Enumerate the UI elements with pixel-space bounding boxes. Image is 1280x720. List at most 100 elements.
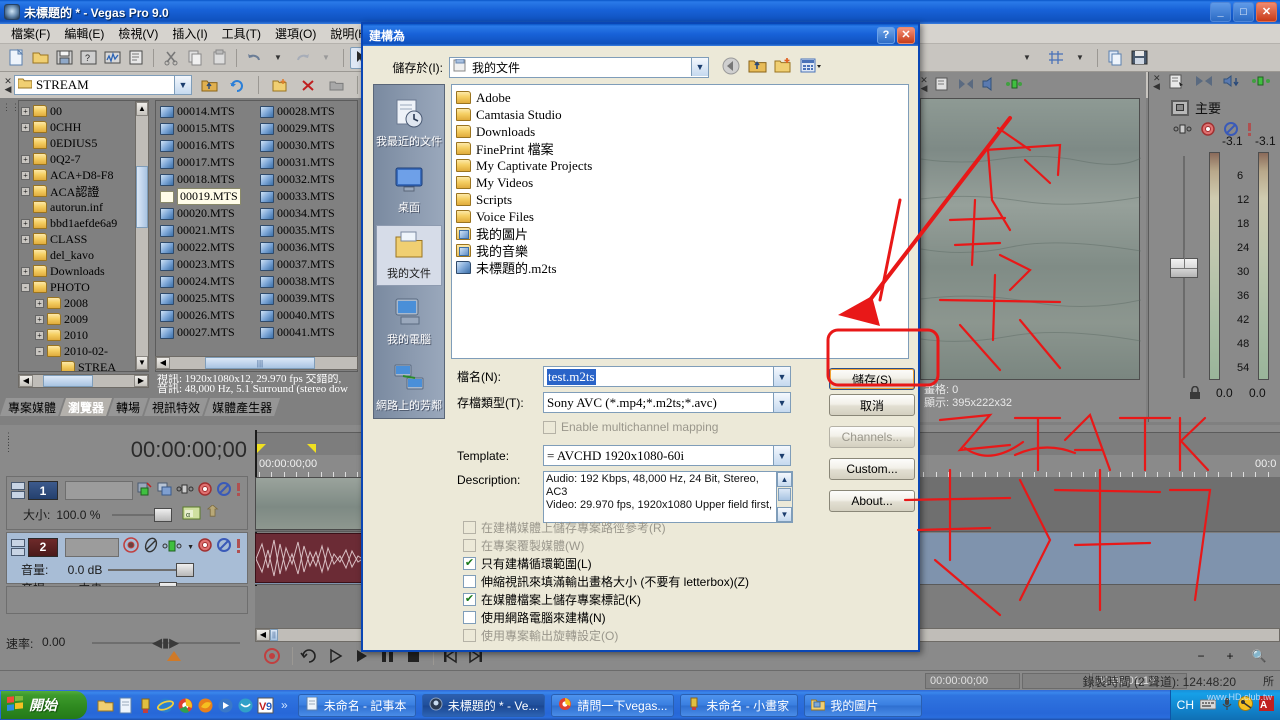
folder-tree[interactable]: +00 +0CHH 0EDIUS5 +0Q2-7 + ACA+D8-F8 + ACA認證 aut…: [18, 100, 149, 372]
start-button[interactable]: 開始: [1, 691, 87, 719]
tree-item[interactable]: + ACA+D8-F8: [21, 167, 148, 183]
tree-item[interactable]: del_kavo: [21, 247, 148, 263]
file-column-1[interactable]: 00014.MTS 00015.MTS 00016.MTS 00017.MTS 0001…: [160, 103, 241, 341]
scroll-left-button[interactable]: ◀: [19, 375, 33, 387]
track-minimize-icons[interactable]: [11, 482, 25, 499]
list-horizontal-scrollbar[interactable]: ◀ |||: [155, 356, 358, 370]
mixer-speaker-icon[interactable]: [1223, 74, 1241, 92]
place-item[interactable]: 我的文件: [376, 224, 442, 287]
tree-expander-icon[interactable]: +: [21, 170, 30, 180]
save-button[interactable]: 儲存(S): [829, 368, 915, 390]
save-project-icon[interactable]: [53, 47, 75, 69]
media-file-item[interactable]: 00036.MTS: [260, 239, 335, 256]
description-box[interactable]: Audio: 192 Kbps, 48,000 Hz, 24 Bit, Ster…: [543, 471, 793, 523]
windows-taskbar[interactable]: 開始 V9 » 未命名 - 記事本 未標題的 * - Ve... 請問一下vegas…: [0, 690, 1280, 720]
project-properties-icon[interactable]: [125, 47, 147, 69]
explorer-tab[interactable]: 媒體產生器: [204, 398, 280, 416]
media-file-item[interactable]: 00034.MTS: [260, 205, 335, 222]
zoom-dropdown-icon[interactable]: ▼: [1016, 47, 1038, 69]
media-file-item[interactable]: 00030.MTS: [260, 137, 335, 154]
media-file-item[interactable]: 00035.MTS: [260, 222, 335, 239]
preview-video-canvas[interactable]: [920, 98, 1141, 380]
track-child-down-icon[interactable]: [227, 505, 241, 524]
list-scroll-left-button[interactable]: ◀: [156, 357, 170, 369]
minimize-button[interactable]: _: [1210, 2, 1231, 22]
tree-expander-icon[interactable]: +: [35, 298, 44, 308]
pane-grip[interactable]: ⋮⋮: [2, 100, 20, 372]
audio-pan-dropdown-icon[interactable]: ▼: [187, 544, 194, 551]
tree-item[interactable]: + CLASS: [21, 231, 148, 247]
paint-icon[interactable]: [137, 697, 154, 714]
media-file-item[interactable]: 00032.MTS: [260, 171, 335, 188]
mixer-toolbar[interactable]: ✕ ◀: [1149, 72, 1280, 94]
preview-quality-icon[interactable]: [931, 73, 953, 95]
tree-item[interactable]: - 2010-02-: [21, 343, 148, 359]
audio-solo-icon[interactable]: [235, 537, 243, 557]
grid-icon[interactable]: [1045, 47, 1067, 69]
pane-close-handle[interactable]: ✕ ◀: [2, 77, 14, 94]
redo-icon[interactable]: [291, 47, 313, 69]
tree-horizontal-scrollbar[interactable]: ◀ ▶: [18, 374, 149, 388]
messenger-icon[interactable]: [237, 697, 254, 714]
dialog-file-item[interactable]: Adobe: [456, 89, 908, 106]
option-checkbox-row[interactable]: 使用網路電腦來建構(N): [463, 608, 749, 626]
media-file-item[interactable]: 00031.MTS: [260, 154, 335, 171]
main-timecode-display[interactable]: 00:00:00;00: [131, 437, 247, 463]
media-file-list[interactable]: 00014.MTS 00015.MTS 00016.MTS 00017.MTS 0001…: [155, 100, 358, 372]
tree-item[interactable]: 0EDIUS5: [21, 135, 148, 151]
status-resize-grip[interactable]: 所: [1263, 673, 1274, 689]
tree-vertical-scrollbar[interactable]: ▲ ▼: [135, 101, 149, 371]
media-file-item[interactable]: 00015.MTS: [160, 120, 241, 137]
tree-item[interactable]: +0Q2-7: [21, 151, 148, 167]
dialog-file-item[interactable]: 我的音樂: [456, 242, 908, 259]
new-project-icon[interactable]: [5, 47, 27, 69]
vegas-window-controls[interactable]: _ □ ✕: [1210, 2, 1277, 22]
quick-launch-overflow-icon[interactable]: »: [281, 698, 288, 712]
media-file-item[interactable]: 00014.MTS: [160, 103, 241, 120]
dialog-options-list[interactable]: 在建構媒體上儲存專案路徑參考(R) 在專案覆製媒體(W) 只有建構循環範圍(L) 伸縮…: [463, 518, 749, 644]
tree-expander-icon[interactable]: +: [21, 234, 30, 244]
up-folder-icon[interactable]: [198, 74, 220, 96]
tree-item[interactable]: STREA: [21, 359, 148, 371]
audio-invert-phase-icon[interactable]: [143, 537, 159, 557]
media-file-item[interactable]: 00037.MTS: [260, 256, 335, 273]
media-file-item[interactable]: 00019.MTS: [160, 188, 241, 205]
open-project-icon[interactable]: [29, 47, 51, 69]
video-track-name-input[interactable]: [65, 481, 133, 500]
chrome-icon[interactable]: [177, 697, 194, 714]
track-automation-icon[interactable]: [176, 481, 194, 500]
audio-volume-slider[interactable]: [108, 562, 239, 577]
vegas-shortcut-icon[interactable]: V9: [257, 697, 274, 714]
audio-track-name-input[interactable]: [65, 537, 120, 557]
chevron-down-icon[interactable]: ▼: [174, 76, 191, 94]
track-motion-icon[interactable]: [156, 481, 173, 500]
dialog-close-button[interactable]: ✕: [897, 26, 915, 44]
dialog-file-item[interactable]: FinePrint 檔案: [456, 140, 908, 157]
track-compositing-icon[interactable]: α: [182, 505, 201, 524]
media-file-item[interactable]: 00022.MTS: [160, 239, 241, 256]
save-as-icon[interactable]: ?: [77, 47, 99, 69]
scroll-down-button[interactable]: ▼: [136, 356, 148, 370]
tree-expander-icon[interactable]: +: [21, 154, 30, 164]
channels-button[interactable]: Channels...: [829, 426, 915, 448]
tree-item[interactable]: + bbd1aefde6a9: [21, 215, 148, 231]
filetype-combo[interactable]: Sony AVC (*.mp4;*.m2ts;*.avc) ▼: [543, 392, 791, 413]
undo-dropdown-icon[interactable]: ▼: [267, 47, 289, 69]
media-file-item[interactable]: 00025.MTS: [160, 290, 241, 307]
media-file-item[interactable]: 00016.MTS: [160, 137, 241, 154]
tree-expander-icon[interactable]: +: [21, 266, 30, 276]
copy-icon[interactable]: [184, 47, 206, 69]
back-icon[interactable]: [721, 57, 741, 78]
media-file-item[interactable]: 00029.MTS: [260, 120, 335, 137]
close-button[interactable]: ✕: [1256, 2, 1277, 22]
mixer-master-bus[interactable]: 主要: [1149, 98, 1280, 117]
tree-item[interactable]: +00: [21, 103, 148, 119]
tree-expander-icon[interactable]: +: [35, 314, 44, 324]
preview-toolbar[interactable]: ✕ ◀: [918, 72, 1146, 96]
media-file-item[interactable]: 00028.MTS: [260, 103, 335, 120]
description-scroll-down[interactable]: ▼: [777, 507, 792, 522]
save-layout-icon[interactable]: [1128, 47, 1150, 69]
explorer-tab[interactable]: 轉場: [108, 398, 148, 416]
timeline-scroll-thumb[interactable]: ||: [270, 629, 278, 641]
firefox-icon[interactable]: [197, 697, 214, 714]
